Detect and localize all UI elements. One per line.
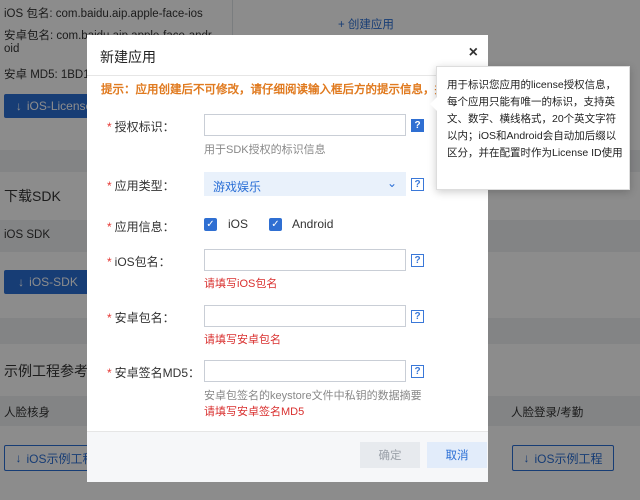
tooltip-text: 用于标识您应用的license授权信息，每个应用只能有唯一的标识，支持英文、数字… <box>447 79 623 159</box>
android-md5-input[interactable] <box>204 360 406 382</box>
app-type-label: * 应用类型： <box>107 179 175 193</box>
app-info-label: * 应用信息： <box>107 220 175 234</box>
license-help-tooltip: 用于标识您应用的license授权信息，每个应用只能有唯一的标识，支持英文、数字… <box>430 66 630 190</box>
android-checkbox-label: Android <box>292 217 334 231</box>
check-icon: ✓ <box>206 219 215 230</box>
ios-package-input[interactable] <box>204 249 406 271</box>
license-id-hint: 用于SDK授权的标识信息 <box>204 144 326 156</box>
android-md5-error: 请填写安卓签名MD5 <box>204 406 305 418</box>
android-checkbox[interactable]: ✓ <box>269 218 282 231</box>
app-type-select[interactable]: 游戏娱乐 ⌄ <box>204 172 406 196</box>
chevron-down-icon: ⌄ <box>386 176 397 190</box>
cancel-button[interactable]: 取消 <box>427 442 487 468</box>
help-icon[interactable]: ? <box>411 310 424 323</box>
ios-checkbox[interactable]: ✓ <box>204 218 217 231</box>
dialog-header: 新建应用 × <box>87 35 488 76</box>
license-id-label: * 授权标识： <box>107 120 175 134</box>
confirm-button[interactable]: 确定 <box>360 442 420 468</box>
warning-tip: 提示：应用创建后不可修改，请仔细阅读输入框后方的提示信息，并谨慎操作 <box>101 84 481 96</box>
help-icon[interactable]: ? <box>411 178 424 191</box>
check-icon: ✓ <box>271 219 280 230</box>
android-package-label: * 安卓包名： <box>107 311 175 325</box>
android-package-error: 请填写安卓包名 <box>204 334 281 346</box>
close-icon[interactable]: × <box>469 44 478 62</box>
app-type-value: 游戏娱乐 <box>213 180 262 194</box>
help-icon[interactable]: ? <box>411 254 424 267</box>
help-icon[interactable]: ? <box>411 119 424 132</box>
dialog-title: 新建应用 <box>100 49 156 65</box>
android-md5-hint: 安卓包签名的keystore文件中私钥的数据摘要 <box>204 390 422 402</box>
license-id-input[interactable] <box>204 114 406 136</box>
ios-package-label: * iOS包名： <box>107 255 171 269</box>
android-md5-label: * 安卓签名MD5： <box>107 366 201 380</box>
create-app-dialog: 新建应用 × 提示：应用创建后不可修改，请仔细阅读输入框后方的提示信息，并谨慎操… <box>87 35 488 482</box>
ios-package-error: 请填写iOS包名 <box>204 278 278 290</box>
android-package-input[interactable] <box>204 305 406 327</box>
help-icon[interactable]: ? <box>411 365 424 378</box>
tooltip-arrow <box>430 97 437 111</box>
ios-checkbox-label: iOS <box>228 217 249 231</box>
